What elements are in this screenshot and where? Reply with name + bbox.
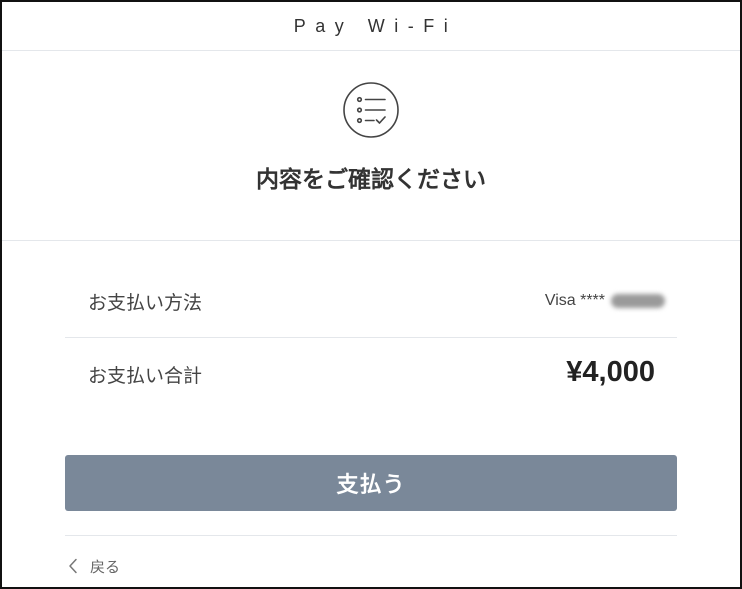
header: Pay Wi-Fi bbox=[2, 2, 740, 51]
back-link-label: 戻る bbox=[90, 558, 121, 576]
pay-button[interactable]: 支払う bbox=[65, 455, 677, 511]
pay-button-label: 支払う bbox=[336, 472, 406, 497]
confirmation-hero: 内容をご確認ください bbox=[2, 51, 740, 241]
payment-total-label: お支払い合計 bbox=[88, 365, 203, 387]
chevron-left-icon bbox=[68, 558, 78, 574]
payment-method-value: Visa **** bbox=[545, 292, 665, 310]
payment-method-row: お支払い方法 Visa **** bbox=[65, 265, 677, 338]
payment-method-label: お支払い方法 bbox=[88, 292, 203, 314]
payment-total-row: お支払い合計 ¥4,000 bbox=[65, 338, 677, 410]
payment-total-amount: ¥4,000 bbox=[566, 355, 655, 388]
payment-confirmation-window: Pay Wi-Fi 内容をご確認ください お支払い方法 Visa **** お支… bbox=[0, 0, 742, 589]
page-title: 内容をご確認ください bbox=[256, 166, 486, 192]
list-check-icon bbox=[343, 82, 399, 138]
card-brand-masked-number: Visa **** bbox=[544, 292, 605, 309]
blurred-card-digits bbox=[611, 294, 665, 308]
divider bbox=[65, 535, 677, 536]
back-link[interactable]: 戻る bbox=[68, 555, 120, 577]
content-column: お支払い方法 Visa **** お支払い合計 ¥4,000 支払う 戻る bbox=[65, 265, 677, 577]
payment-details: お支払い方法 Visa **** お支払い合計 ¥4,000 bbox=[65, 265, 677, 410]
app-title: Pay Wi-Fi bbox=[293, 15, 458, 36]
